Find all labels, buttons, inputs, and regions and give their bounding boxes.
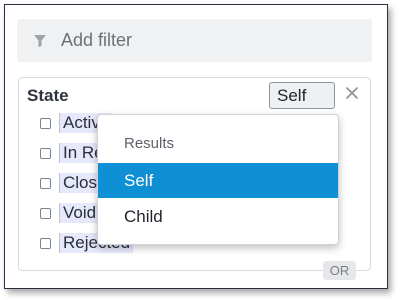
state-option-checkbox[interactable] [40,147,51,159]
dropdown-group-header: Results [124,135,175,152]
filter-panel: Add filter State Self Active In Review C… [4,4,388,289]
filter-funnel-icon [34,34,46,47]
dropdown-option-self[interactable]: Self [98,163,338,198]
state-option-checkbox[interactable] [40,237,51,249]
match-mode-dropdown: Results Self Child [97,114,339,245]
state-option-label: Void [59,203,100,223]
state-option-checkbox[interactable] [40,207,51,219]
add-filter-button[interactable]: Add filter [17,19,372,62]
dropdown-option-child[interactable]: Child [98,199,338,234]
match-mode-select[interactable]: Self [269,82,335,109]
state-option-row[interactable]: Void [40,202,100,224]
state-option-checkbox[interactable] [40,177,51,189]
close-icon[interactable] [343,84,361,102]
state-filter-label: State [27,86,69,105]
state-option-checkbox[interactable] [40,117,51,129]
or-badge[interactable]: OR [323,261,356,280]
add-filter-label: Add filter [61,30,133,50]
